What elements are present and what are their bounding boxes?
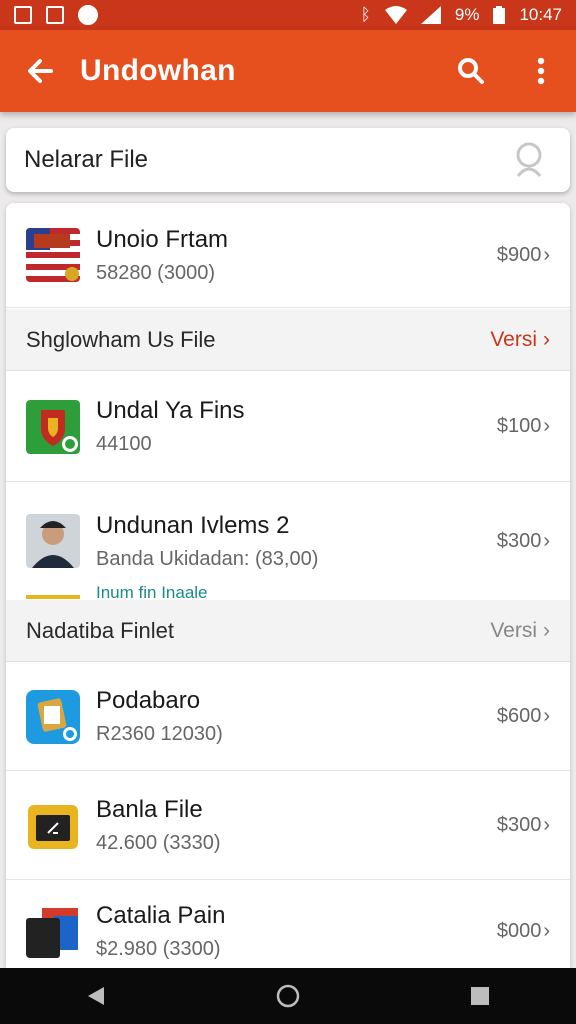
- square-recents-icon: [471, 987, 489, 1005]
- item-name: Undal Ya Fins: [96, 397, 245, 424]
- list-item[interactable]: Banla File 42.600 (3330) $300 ›: [6, 772, 570, 880]
- search-field[interactable]: Nelarar File: [6, 128, 570, 192]
- item-name: Unoio Frtam: [96, 225, 229, 253]
- item-sub: 42.600 (3330): [96, 832, 221, 854]
- section-link[interactable]: Versi ›: [490, 328, 550, 352]
- item-sub: 44100: [96, 433, 152, 455]
- section-title: Shglowham Us File: [26, 326, 216, 352]
- overflow-menu-button[interactable]: [506, 30, 576, 112]
- chevron-right-icon: ›: [543, 327, 550, 351]
- image-icon: [14, 6, 32, 24]
- chevron-right-icon: ›: [543, 814, 550, 836]
- item-name: Undunan Ivlems 2: [96, 511, 290, 539]
- nav-back-button[interactable]: [66, 968, 126, 1024]
- section-link-label: Versi: [490, 327, 537, 351]
- person-thumb: [26, 514, 80, 568]
- chevron-right-icon: ›: [543, 243, 550, 266]
- partial-thumb: [26, 595, 80, 599]
- folder-thumb: [26, 799, 80, 853]
- chevron-right-icon: ›: [543, 529, 550, 552]
- chevron-right-icon: ›: [543, 618, 550, 642]
- chevron-right-icon: ›: [543, 415, 550, 437]
- item-name: Banla File: [96, 796, 203, 823]
- price-label: $000: [496, 919, 542, 942]
- nav-home-button[interactable]: [258, 968, 318, 1024]
- shield-thumb: [26, 399, 80, 454]
- circle-app-icon: [78, 5, 98, 25]
- search-button[interactable]: [436, 30, 506, 112]
- list-item[interactable]: Undunan Ivlems 2 Banda Ukidadan: (83,00)…: [6, 483, 570, 599]
- list-item[interactable]: Undal Ya Fins 44100 $100 ›: [6, 372, 570, 482]
- item-sub: R2360 12030): [96, 723, 223, 745]
- item-price[interactable]: $900 ›: [497, 244, 550, 267]
- battery-percent: 9%: [454, 5, 480, 24]
- item-price[interactable]: $300 ›: [497, 814, 550, 837]
- section-link[interactable]: Versi ›: [490, 619, 550, 643]
- price-label: $600: [496, 705, 542, 727]
- chevron-right-icon: ›: [543, 705, 550, 727]
- back-button[interactable]: [0, 30, 80, 112]
- gallery-icon: [46, 6, 64, 24]
- section-header: Shglowham Us File Versi ›: [6, 309, 570, 371]
- status-bar: ᛒ 9% 10:47: [0, 0, 576, 30]
- bluetooth-icon: ᛒ: [360, 5, 371, 24]
- flag-thumb: [26, 228, 80, 282]
- item-sub: 58280 (3000): [96, 261, 215, 284]
- search-icon[interactable]: [512, 140, 552, 180]
- page-title: Undowhan: [80, 54, 236, 87]
- more-vert-icon: [537, 57, 545, 85]
- item-price[interactable]: $600 ›: [497, 705, 550, 728]
- app-bar: Undowhan: [0, 30, 576, 112]
- wifi-icon: [384, 6, 407, 24]
- search-icon: [458, 58, 484, 84]
- arrow-left-icon: [28, 59, 53, 83]
- search-text: Nelarar File: [24, 146, 149, 173]
- item-price[interactable]: $300 ›: [497, 530, 550, 553]
- list-item[interactable]: Catalia Pain $2.980 (3300) $000 ›: [6, 881, 570, 968]
- section-title: Nadatiba Finlet: [26, 617, 174, 643]
- blue-app-thumb: [26, 689, 80, 744]
- list-item[interactable]: Podabaro R2360 12030) $600 ›: [6, 663, 570, 771]
- nav-recents-button[interactable]: [450, 968, 510, 1024]
- triangle-back-icon: [88, 987, 104, 1005]
- section-link-label: Versi: [490, 618, 537, 642]
- chevron-right-icon: ›: [543, 919, 550, 942]
- price-label: $300: [496, 529, 542, 552]
- price-label: $900: [496, 243, 542, 266]
- circle-home-icon: [276, 984, 300, 1008]
- item-sub: Banda Ukidadan: (83,00): [96, 547, 319, 570]
- navigation-bar: [0, 968, 576, 1024]
- signal-icon: [420, 6, 441, 24]
- cube-thumb: [26, 904, 80, 958]
- price-label: $300: [496, 814, 542, 836]
- file-list: Unoio Frtam 58280 (3000) $900 › Shglowha…: [6, 203, 570, 968]
- item-name: Podabaro: [96, 687, 201, 714]
- item-name: Catalia Pain: [96, 901, 226, 929]
- item-price[interactable]: $000 ›: [497, 920, 550, 943]
- price-label: $100: [496, 415, 542, 437]
- item-sub: $2.980 (3300): [96, 937, 221, 960]
- item-price[interactable]: $100 ›: [497, 415, 550, 438]
- battery-icon: [493, 6, 506, 24]
- section-header: Nadatiba Finlet Versi ›: [6, 600, 570, 662]
- list-item[interactable]: Unoio Frtam 58280 (3000) $900 ›: [6, 203, 570, 308]
- clock: 10:47: [519, 5, 562, 24]
